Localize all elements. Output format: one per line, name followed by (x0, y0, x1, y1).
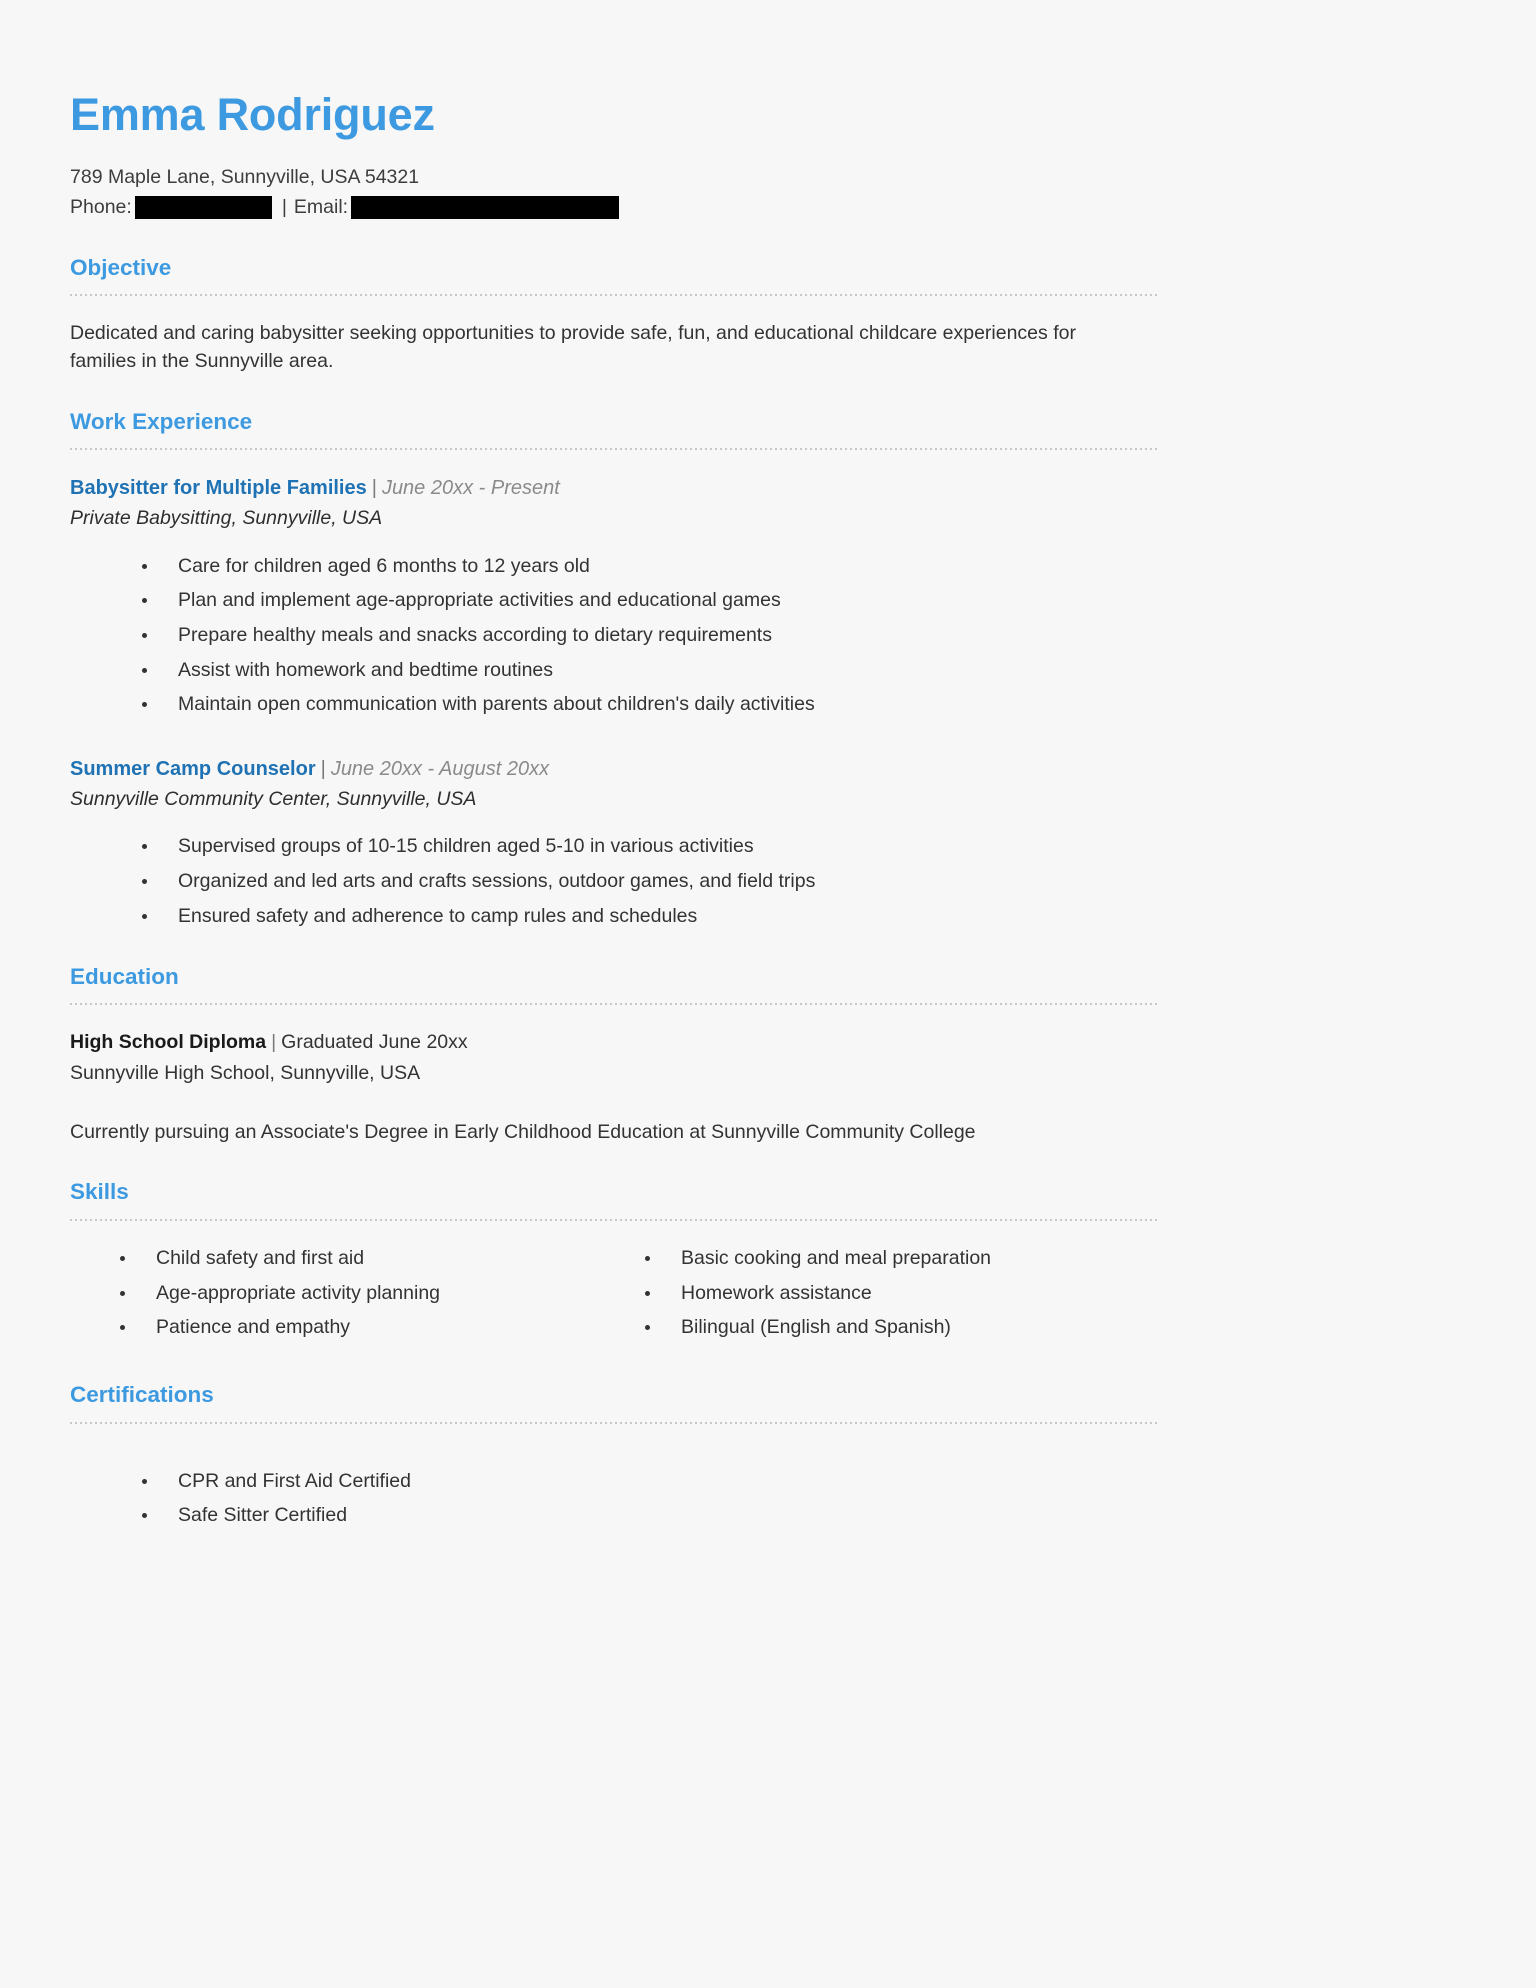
section-title-work-experience: Work Experience (70, 408, 253, 434)
objective-text: Dedicated and caring babysitter seeking … (70, 322, 1076, 372)
education-heading: High School Diploma | Graduated June 20xx (70, 1029, 1160, 1056)
job-organization: Sunnyville Community Center, Sunnyville,… (70, 788, 477, 811)
section-title-skills: Skills (70, 1179, 129, 1205)
job-dates: June 20xx - August 20xx (330, 758, 550, 781)
section-certifications: Certifications CPR and First Aid Certifi… (70, 1381, 1160, 1530)
list-item: Assist with homework and bedtime routine… (140, 657, 1160, 685)
section-title-education: Education (70, 963, 179, 989)
objective-body: Dedicated and caring babysitter seeking … (70, 296, 1160, 375)
skills-columns: Child safety and first aid Age-appropria… (70, 1245, 1160, 1349)
education-separator: | (271, 1031, 277, 1054)
job-entry: Babysitter for Multiple Families | June 20… (70, 474, 1160, 719)
contact-separator: | (281, 196, 287, 219)
resume-header: Emma Rodriguez 789 Maple Lane, Sunnyvill… (70, 92, 1160, 222)
skills-column-right: Basic cooking and meal preparation Homew… (615, 1245, 1160, 1349)
list-item: Organized and led arts and crafts sessio… (140, 868, 1160, 896)
work-experience-body: Babysitter for Multiple Families | June 20… (70, 450, 1160, 930)
list-item: Basic cooking and meal preparation (643, 1245, 1160, 1273)
list-item: Safe Sitter Certified (140, 1502, 1160, 1530)
email-label: Email: (293, 196, 349, 219)
certifications-list: CPR and First Aid Certified Safe Sitter … (70, 1468, 1160, 1530)
skills-body: Child safety and first aid Age-appropria… (70, 1221, 1160, 1349)
contact-line: Phone: | Email: (70, 193, 1160, 221)
section-title-objective: Objective (70, 254, 172, 280)
address-line: 789 Maple Lane, Sunnyville, USA 54321 (70, 166, 420, 188)
skills-column-left: Child safety and first aid Age-appropria… (70, 1245, 615, 1349)
job-separator: | (320, 758, 326, 781)
job-title: Summer Camp Counselor (70, 758, 316, 781)
phone-redaction-bar (134, 195, 272, 219)
job-responsibility-list: Supervised groups of 10-15 children aged… (70, 833, 1160, 930)
education-body: High School Diploma | Graduated June 20xx … (70, 1005, 1160, 1146)
list-item: Care for children aged 6 months to 12 ye… (140, 553, 1160, 581)
job-responsibility-list: Care for children aged 6 months to 12 ye… (70, 553, 1160, 719)
certifications-body: CPR and First Aid Certified Safe Sitter … (70, 1424, 1160, 1530)
list-item: Child safety and first aid (118, 1245, 615, 1273)
list-item: Homework assistance (643, 1280, 1160, 1308)
list-item: Maintain open communication with parents… (140, 691, 1160, 719)
list-item: Age-appropriate activity planning (118, 1280, 615, 1308)
list-item: Ensured safety and adherence to camp rul… (140, 903, 1160, 931)
list-item: CPR and First Aid Certified (140, 1468, 1160, 1496)
education-degree: High School Diploma (70, 1031, 267, 1054)
job-entry: Summer Camp Counselor | June 20xx - August… (70, 755, 1160, 930)
list-item: Prepare healthy meals and snacks accordi… (140, 622, 1160, 650)
list-item: Bilingual (English and Spanish) (643, 1314, 1160, 1342)
section-work-experience: Work Experience Babysitter for Multiple … (70, 408, 1160, 931)
education-graduation-date: Graduated June 20xx (281, 1031, 468, 1054)
job-heading: Summer Camp Counselor | June 20xx - August… (70, 755, 1160, 783)
job-title: Babysitter for Multiple Families (70, 477, 367, 500)
skills-list-left: Child safety and first aid Age-appropria… (70, 1245, 615, 1342)
candidate-name: Emma Rodriguez (70, 89, 435, 140)
skills-list-right: Basic cooking and meal preparation Homew… (615, 1245, 1160, 1342)
job-dates: June 20xx - Present (381, 477, 560, 500)
list-item: Patience and empathy (118, 1314, 615, 1342)
job-organization: Private Babysitting, Sunnyville, USA (70, 507, 383, 530)
resume-sheet: Emma Rodriguez 789 Maple Lane, Sunnyvill… (70, 0, 1160, 1530)
job-heading: Babysitter for Multiple Families | June 20… (70, 474, 1160, 502)
education-note: Currently pursuing an Associate's Degree… (70, 1120, 976, 1143)
section-title-certifications: Certifications (70, 1381, 214, 1407)
list-item: Supervised groups of 10-15 children aged… (140, 833, 1160, 861)
job-separator: | (371, 477, 377, 500)
resume-page: Emma Rodriguez 789 Maple Lane, Sunnyvill… (0, 0, 1536, 1988)
section-education: Education High School Diploma | Graduated … (70, 963, 1160, 1147)
list-item: Plan and implement age-appropriate activ… (140, 587, 1160, 615)
email-redaction-bar (351, 195, 620, 219)
section-objective: Objective Dedicated and caring babysitte… (70, 254, 1160, 376)
section-skills: Skills Child safety and first aid Age-ap… (70, 1179, 1160, 1349)
phone-label: Phone: (70, 196, 132, 219)
education-school: Sunnyville High School, Sunnyville, USA (70, 1061, 421, 1084)
